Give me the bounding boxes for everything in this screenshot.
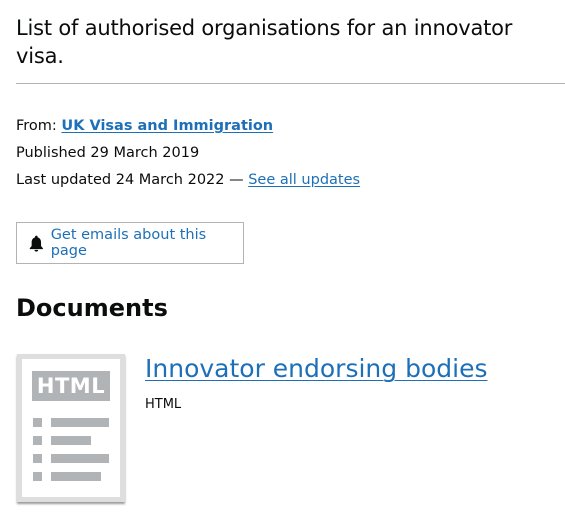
- published-label: Published: [16, 145, 86, 161]
- thumbnail-line: [51, 472, 101, 481]
- document-format: HTML: [145, 397, 182, 412]
- separator: —: [229, 172, 244, 188]
- get-emails-button[interactable]: Get emails about this page: [16, 222, 244, 264]
- metadata-published: Published 29 March 2019: [16, 140, 561, 167]
- divider: [16, 83, 565, 84]
- thumbnail-line: [51, 418, 109, 427]
- bell-icon: [29, 235, 43, 252]
- see-all-updates-link[interactable]: See all updates: [248, 172, 360, 188]
- thumbnail-bullet: [33, 454, 42, 463]
- from-label: From:: [16, 118, 57, 134]
- page-description: List of authorised organisations for an …: [16, 16, 513, 68]
- get-emails-label: Get emails about this page: [50, 227, 207, 259]
- metadata-updated: Last updated 24 March 2022 — See all upd…: [16, 167, 561, 194]
- updated-date: 24 March 2022: [115, 172, 225, 188]
- thumbnail-line: [51, 454, 109, 463]
- thumbnail-html-label: HTML: [32, 371, 110, 401]
- thumbnail-bullet: [33, 472, 42, 481]
- thumbnail-bullet: [33, 418, 42, 427]
- from-org-link[interactable]: UK Visas and Immigration: [61, 118, 273, 134]
- updated-label: Last updated: [16, 172, 112, 188]
- published-date: 29 March 2019: [90, 145, 200, 161]
- document-thumbnail[interactable]: HTML: [17, 354, 125, 502]
- metadata-list: From: UK Visas and Immigration Published…: [16, 113, 561, 194]
- metadata-from: From: UK Visas and Immigration: [16, 113, 561, 140]
- thumbnail-bullet: [33, 436, 42, 445]
- documents-heading: Documents: [16, 294, 168, 322]
- thumbnail-line: [51, 436, 91, 445]
- document-title-link[interactable]: Innovator endorsing bodies: [145, 352, 487, 386]
